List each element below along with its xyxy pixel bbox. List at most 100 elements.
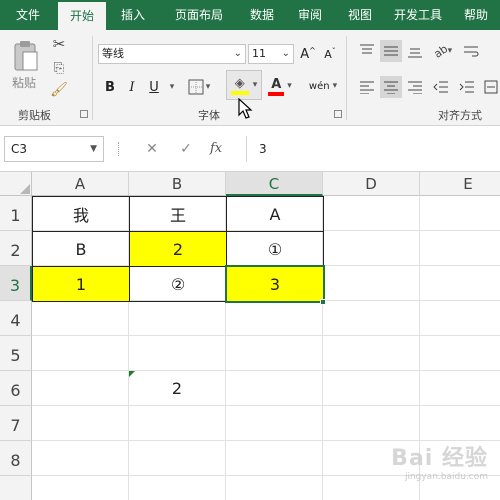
bottom-align-button[interactable] [404, 40, 426, 62]
format-painter-button[interactable]: 🖌 [48, 80, 70, 100]
grid-cell[interactable] [323, 196, 420, 231]
grid-cell[interactable] [420, 301, 500, 336]
cell-a3[interactable]: 1 [32, 266, 130, 302]
cell-b3[interactable]: ② [129, 266, 227, 302]
font-color-button[interactable]: A ▾ [266, 74, 294, 98]
fill-handle[interactable] [320, 299, 326, 305]
underline-button[interactable]: U [144, 76, 164, 98]
name-box[interactable]: C3 ▼ [4, 136, 104, 162]
grid-cell[interactable] [129, 301, 226, 336]
orientation-button[interactable]: ab ▾ [430, 40, 456, 62]
tab-file[interactable]: 文件 [0, 0, 56, 30]
grid-cell[interactable] [323, 231, 420, 266]
increase-indent-button[interactable] [456, 76, 478, 98]
tab-home[interactable]: 开始 [58, 2, 106, 30]
cell-a2[interactable]: B [32, 231, 130, 267]
grid-cell[interactable] [226, 406, 323, 441]
grid-cell[interactable] [323, 336, 420, 371]
grow-font-button[interactable]: A ^ [298, 44, 318, 64]
font-family-select[interactable]: 等线 ⌄ [98, 44, 246, 64]
shrink-font-button[interactable]: Aˇ [320, 44, 340, 64]
middle-align-button[interactable] [380, 40, 402, 62]
column-header-d[interactable]: D [323, 172, 420, 196]
row-header-9[interactable] [0, 476, 32, 500]
cell-a1[interactable]: 我 [32, 196, 130, 232]
grid-cell[interactable] [420, 406, 500, 441]
grid-cell[interactable] [129, 476, 226, 500]
enter-formula-button[interactable]: ✓ [174, 136, 198, 162]
grid-cell[interactable] [32, 441, 129, 476]
grid-cell[interactable] [226, 336, 323, 371]
tab-insert[interactable]: 插入 [108, 0, 158, 30]
row-header-1[interactable]: 1 [0, 196, 32, 231]
italic-button[interactable]: I [122, 76, 142, 98]
cell-b1[interactable]: 王 [129, 196, 227, 232]
copy-button[interactable]: ⎘ [48, 58, 70, 78]
row-header-4[interactable]: 4 [0, 301, 32, 336]
align-right-button[interactable] [404, 76, 426, 98]
tab-developer[interactable]: 开发工具 [386, 0, 450, 30]
grid-cell[interactable] [323, 371, 420, 406]
row-header-3[interactable]: 3 [0, 266, 32, 301]
column-header-e[interactable]: E [420, 172, 500, 196]
paste-button[interactable] [8, 36, 44, 76]
grid-cell[interactable] [323, 266, 420, 301]
decrease-indent-button[interactable] [430, 76, 452, 98]
cell-b6[interactable]: 2 [129, 371, 226, 406]
font-size-select[interactable]: 11 ⌄ [248, 44, 294, 64]
grid-cell[interactable] [420, 266, 500, 301]
grid-cell[interactable] [226, 371, 323, 406]
column-header-c[interactable]: C [226, 172, 323, 196]
cell-c1[interactable]: A [226, 196, 324, 232]
error-indicator-icon[interactable] [129, 371, 135, 377]
grid-cell[interactable] [420, 336, 500, 371]
grid-cell[interactable] [323, 406, 420, 441]
row-header-5[interactable]: 5 [0, 336, 32, 371]
cell-c2[interactable]: ① [226, 231, 324, 267]
font-launcher-icon[interactable] [334, 110, 342, 118]
merge-center-button[interactable] [482, 76, 500, 98]
tab-data[interactable]: 数据 [240, 0, 284, 30]
grid-cell[interactable] [32, 336, 129, 371]
cut-button[interactable]: ✂ [48, 34, 70, 54]
underline-dropdown[interactable]: ▾ [166, 76, 178, 98]
grid-cell[interactable] [420, 231, 500, 266]
cancel-formula-button[interactable]: ✕ [140, 136, 164, 162]
grid-cell[interactable] [32, 476, 129, 500]
row-header-6[interactable]: 6 [0, 371, 32, 406]
align-left-button[interactable] [356, 76, 378, 98]
grid-cell[interactable] [129, 406, 226, 441]
grid-cell[interactable] [32, 406, 129, 441]
wrap-text-button[interactable] [460, 40, 482, 62]
fill-color-button[interactable]: ◈ ▾ [226, 70, 262, 100]
clipboard-launcher-icon[interactable] [80, 110, 88, 118]
cell-c3[interactable]: 3 [226, 266, 324, 302]
formula-input[interactable]: 3 [246, 136, 500, 162]
column-header-b[interactable]: B [129, 172, 226, 196]
grid-cell[interactable] [420, 196, 500, 231]
row-header-8[interactable]: 8 [0, 441, 32, 476]
bold-button[interactable]: B [100, 76, 120, 98]
grid-cell[interactable] [32, 301, 129, 336]
formula-bar-splitter[interactable] [118, 142, 120, 156]
align-center-button[interactable] [380, 76, 402, 98]
column-header-a[interactable]: A [32, 172, 129, 196]
row-header-7[interactable]: 7 [0, 406, 32, 441]
tab-page-layout[interactable]: 页面布局 [160, 0, 238, 30]
grid-cell[interactable] [323, 301, 420, 336]
tab-review[interactable]: 审阅 [286, 0, 334, 30]
tab-help[interactable]: 帮助 [452, 0, 500, 30]
top-align-button[interactable] [356, 40, 378, 62]
grid-cell[interactable] [420, 371, 500, 406]
grid-cell[interactable] [226, 301, 323, 336]
cell-b2[interactable]: 2 [129, 231, 227, 267]
borders-button[interactable]: ▾ [186, 76, 212, 98]
grid-cell[interactable] [226, 476, 323, 500]
row-header-2[interactable]: 2 [0, 231, 32, 266]
grid-cell[interactable] [129, 441, 226, 476]
grid-cell[interactable] [226, 441, 323, 476]
tab-view[interactable]: 视图 [336, 0, 384, 30]
grid-cell[interactable] [129, 336, 226, 371]
phonetic-button[interactable]: wén ▾ [306, 74, 340, 98]
grid-cell[interactable] [32, 371, 129, 406]
